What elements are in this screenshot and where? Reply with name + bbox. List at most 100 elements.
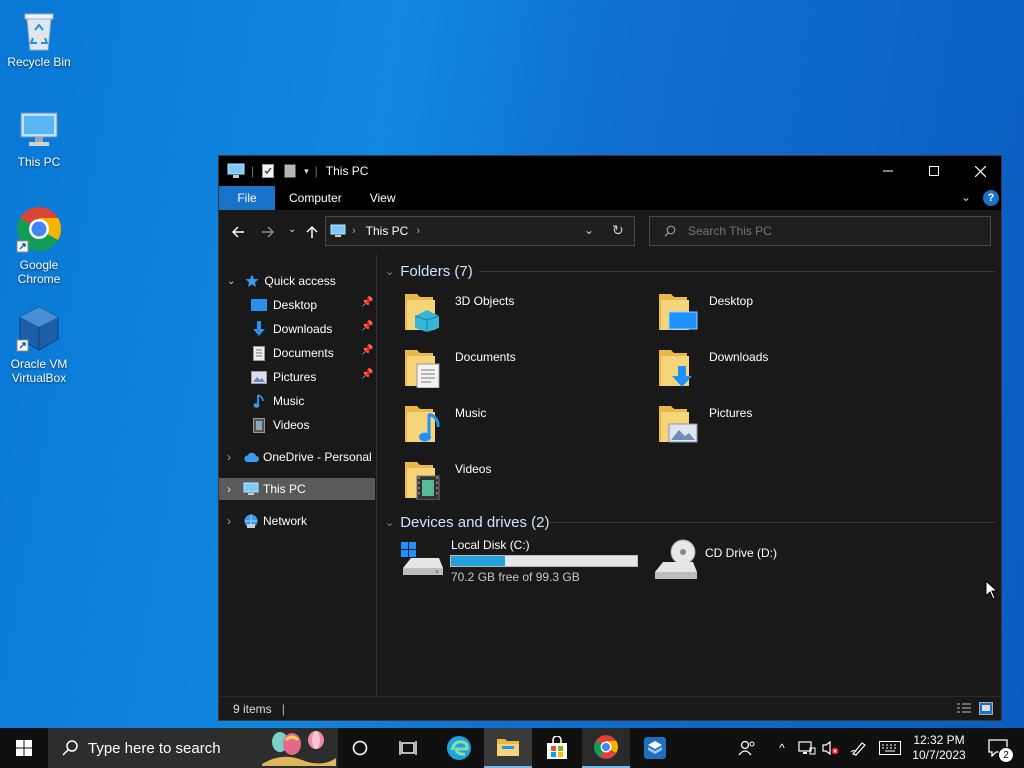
- taskbar: Type here to search ^ 12:32 PM 10/7/2023…: [0, 728, 1024, 768]
- nav-this-pc[interactable]: › This PC: [219, 478, 375, 500]
- forward-arrow-icon[interactable]: [261, 225, 275, 239]
- taskbar-search-box[interactable]: Type here to search: [48, 728, 338, 768]
- folder-label: Pictures: [709, 406, 753, 420]
- nav-videos[interactable]: Videos: [219, 414, 375, 436]
- pin-icon[interactable]: 📌: [361, 345, 373, 356]
- group-header-folders[interactable]: ⌄ Folders (7): [385, 260, 473, 282]
- volume-button[interactable]: [820, 728, 842, 768]
- search-input[interactable]: [688, 224, 968, 238]
- drive-tile-local-disk-c[interactable]: Local Disk (C:) 70.2 GB free of 99.3 GB: [399, 538, 639, 588]
- desktop-icon-google-chrome[interactable]: Google Chrome: [1, 205, 77, 286]
- large-icons-view-icon[interactable]: [979, 702, 993, 715]
- action-center-button[interactable]: 2: [978, 728, 1018, 768]
- maximize-button[interactable]: [911, 156, 957, 186]
- nav-music[interactable]: Music: [219, 390, 375, 412]
- back-arrow-icon[interactable]: [231, 225, 245, 239]
- start-button[interactable]: [0, 728, 48, 768]
- touch-keyboard-button[interactable]: [876, 728, 904, 768]
- properties-icon[interactable]: [262, 164, 275, 178]
- local-disk-icon: [401, 542, 443, 575]
- drive-tile-cd-drive-d[interactable]: CD Drive (D:): [653, 538, 893, 588]
- tab-view[interactable]: View: [356, 186, 410, 210]
- group-header-devices[interactable]: ⌄ Devices and drives (2): [385, 511, 549, 533]
- chrome-icon: [16, 207, 61, 253]
- pen-icon: [850, 742, 866, 756]
- people-button[interactable]: [734, 728, 760, 768]
- help-icon[interactable]: ?: [983, 190, 999, 206]
- chevron-down-icon[interactable]: ⌄: [227, 276, 235, 287]
- pin-icon[interactable]: 📌: [361, 297, 373, 308]
- refresh-icon[interactable]: ↻: [612, 222, 624, 239]
- ribbon-tabs: File Computer View ⌄ ?: [219, 186, 1001, 210]
- this-pc-icon: [227, 163, 245, 178]
- address-dropdown-icon[interactable]: ⌄: [584, 223, 594, 237]
- nav-pictures[interactable]: Pictures 📌: [219, 366, 375, 388]
- folder-tile-downloads[interactable]: Downloads: [657, 344, 907, 394]
- chevron-right-icon[interactable]: ›: [227, 450, 231, 464]
- chevron-down-icon: ⌄: [385, 265, 395, 278]
- task-view-button[interactable]: [388, 728, 428, 768]
- search-icon: [664, 225, 676, 237]
- folder-tile-3d-objects[interactable]: 3D Objects: [403, 288, 653, 338]
- taskbar-microsoft-store[interactable]: [534, 728, 580, 768]
- close-button[interactable]: [957, 156, 1003, 186]
- folder-tile-music[interactable]: Music: [403, 400, 653, 450]
- pictures-icon: [251, 370, 267, 384]
- up-arrow-icon[interactable]: [305, 225, 319, 239]
- folder-tile-pictures[interactable]: Pictures: [657, 400, 907, 450]
- taskbar-chrome[interactable]: [582, 728, 630, 768]
- nav-quick-access[interactable]: ⌄ Quick access: [219, 270, 375, 292]
- cortana-circle-icon: [352, 740, 368, 756]
- nav-documents[interactable]: Documents 📌: [219, 342, 375, 364]
- taskbar-file-explorer[interactable]: [484, 728, 532, 768]
- divider: [479, 271, 995, 272]
- show-hidden-icons-button[interactable]: ^: [772, 728, 792, 768]
- minimize-icon: [883, 170, 893, 172]
- nav-downloads[interactable]: Downloads 📌: [219, 318, 375, 340]
- address-bar[interactable]: › This PC › ⌄ ↻: [325, 216, 635, 246]
- desktop-folder-icon: [659, 294, 698, 330]
- tab-computer[interactable]: Computer: [275, 186, 356, 210]
- people-icon: [738, 740, 755, 756]
- taskbar-virtualbox[interactable]: [632, 728, 678, 768]
- cortana-button[interactable]: [340, 728, 380, 768]
- computer-icon: [243, 482, 259, 495]
- title-bar[interactable]: | ▾ | This PC: [219, 156, 1001, 186]
- pen-workspace-button[interactable]: [848, 728, 870, 768]
- desktop-icon-recycle-bin[interactable]: Recycle Bin: [1, 8, 77, 69]
- folder-tile-documents[interactable]: Documents: [403, 344, 653, 394]
- details-view-icon[interactable]: [957, 703, 971, 715]
- breadcrumb-this-pc[interactable]: This PC: [366, 224, 409, 238]
- folder-tile-desktop[interactable]: Desktop: [657, 288, 907, 338]
- quick-access-toolbar-dropdown-icon[interactable]: ▾: [304, 166, 309, 177]
- status-bar: 9 items |: [219, 696, 1001, 720]
- tab-file[interactable]: File: [219, 186, 275, 210]
- nav-onedrive[interactable]: › OneDrive - Personal: [219, 446, 375, 468]
- nav-network[interactable]: › Network: [219, 510, 375, 532]
- breadcrumb-chevron-icon[interactable]: ›: [416, 225, 420, 237]
- search-box[interactable]: [649, 216, 991, 246]
- nav-label: Music: [273, 394, 305, 408]
- expand-ribbon-icon[interactable]: ⌄: [961, 190, 971, 204]
- pictures-folder-icon: [659, 406, 698, 443]
- window-title: This PC: [325, 164, 369, 178]
- chevron-right-icon[interactable]: ›: [227, 514, 231, 528]
- clock[interactable]: 12:32 PM 10/7/2023: [906, 728, 972, 768]
- nav-label: Documents: [273, 346, 334, 360]
- new-folder-icon[interactable]: [284, 164, 296, 178]
- desktop-icon-virtualbox[interactable]: Oracle VM VirtualBox: [1, 304, 77, 385]
- folder-label: 3D Objects: [455, 294, 515, 308]
- desktop-icon-this-pc[interactable]: This PC: [1, 110, 77, 169]
- network-status-button[interactable]: [796, 728, 818, 768]
- separator: |: [251, 164, 255, 178]
- folder-tile-videos[interactable]: Videos: [403, 456, 653, 506]
- nav-desktop[interactable]: Desktop 📌: [219, 294, 375, 316]
- chevron-right-icon[interactable]: ›: [227, 482, 231, 496]
- item-count: 9 items: [233, 701, 272, 716]
- recent-locations-dropdown-icon[interactable]: ⌄: [288, 224, 296, 235]
- taskbar-edge[interactable]: [436, 728, 482, 768]
- pin-icon[interactable]: 📌: [361, 321, 373, 332]
- folder-label: Desktop: [709, 294, 754, 308]
- minimize-button[interactable]: [865, 156, 911, 186]
- pin-icon[interactable]: 📌: [361, 369, 373, 380]
